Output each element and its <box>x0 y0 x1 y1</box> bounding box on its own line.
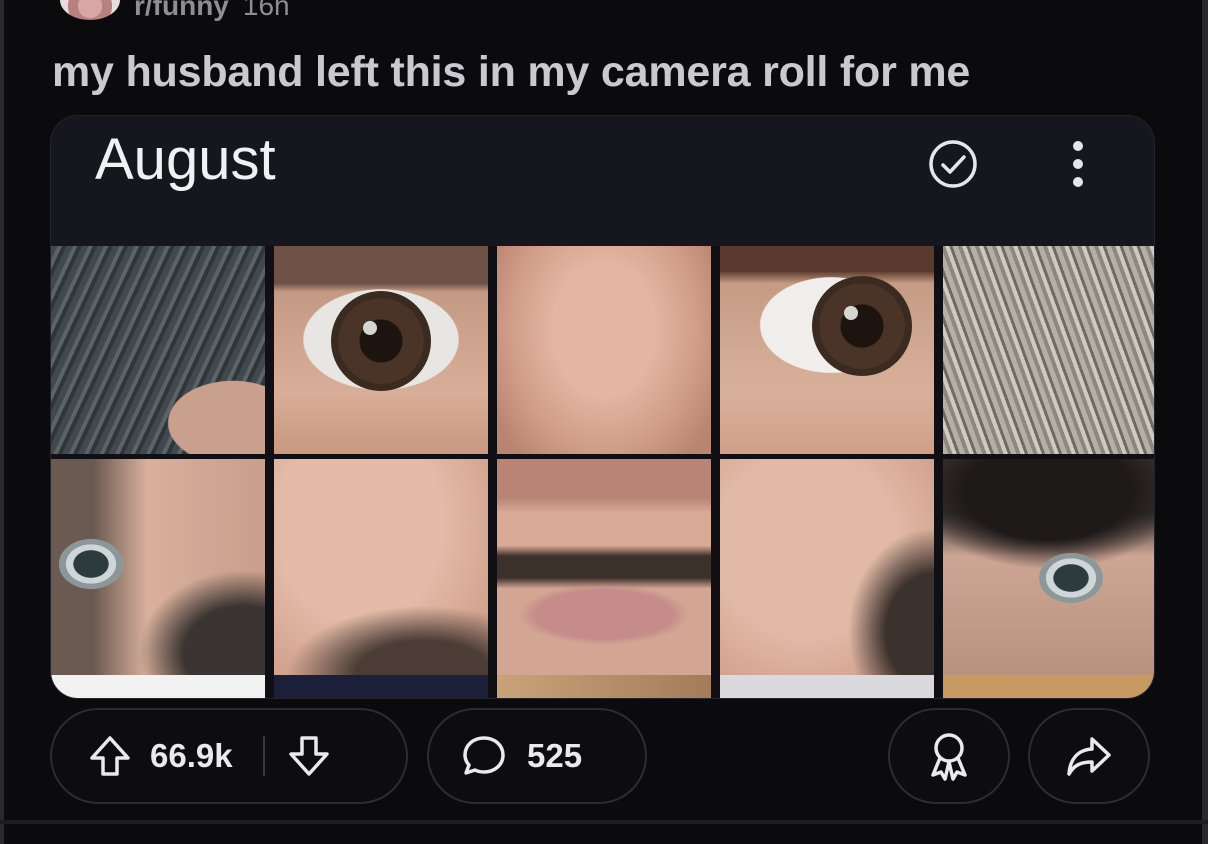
upvote-count: 66.9k <box>150 737 233 774</box>
photo-strip[interactable] <box>943 675 1154 698</box>
vote-control: 66.9k <box>50 708 408 804</box>
check-circle-icon[interactable] <box>927 138 979 190</box>
album-title: August <box>95 127 276 192</box>
post-header: r/funny 16h <box>60 0 290 22</box>
post-title[interactable]: my husband left this in my camera roll f… <box>52 48 970 97</box>
subreddit-name[interactable]: r/funny <box>134 0 229 22</box>
bottom-divider <box>0 820 1208 824</box>
upvote-arrow-icon[interactable] <box>86 732 134 780</box>
comments-button[interactable]: 525 <box>427 708 647 804</box>
post-image[interactable]: August <box>50 115 1155 699</box>
photo-strip[interactable] <box>51 675 265 698</box>
photo-thumbnail-jaw[interactable] <box>720 459 934 675</box>
photo-thumbnail-hair-gray[interactable] <box>943 246 1154 459</box>
photo-thumbnail-cheek[interactable] <box>274 459 488 675</box>
photo-grid <box>51 246 1154 698</box>
frame-left-edge <box>0 0 4 844</box>
iris <box>812 276 912 376</box>
kebab-menu-icon[interactable] <box>1057 136 1099 192</box>
share-arrow-icon <box>1067 737 1111 776</box>
post-time: 16h <box>242 0 290 21</box>
post-action-bar: 66.9k 525 <box>50 708 1153 808</box>
photo-strip[interactable] <box>274 675 488 698</box>
share-button[interactable] <box>1028 708 1150 804</box>
iris <box>331 291 431 391</box>
vote-divider <box>262 736 265 776</box>
award-button[interactable] <box>888 708 1010 804</box>
photo-thumbnail-ear-left[interactable] <box>51 459 265 675</box>
photo-thumbnail-eye-left[interactable] <box>274 246 488 459</box>
frame-right-edge <box>1202 0 1208 844</box>
comment-count: 525 <box>527 737 583 774</box>
ear-gauge <box>1039 553 1103 603</box>
speech-bubble-icon <box>463 736 505 775</box>
photo-strip[interactable] <box>720 675 934 698</box>
downvote-arrow-icon[interactable] <box>285 732 333 780</box>
subreddit-avatar[interactable] <box>60 0 120 20</box>
photo-thumbnail-eye-right[interactable] <box>720 246 934 459</box>
photo-strip[interactable] <box>497 675 711 698</box>
photo-thumbnail-ear-right[interactable] <box>943 459 1154 675</box>
photo-thumbnail-hair[interactable] <box>51 246 265 459</box>
photo-thumbnail-mouth[interactable] <box>497 459 711 675</box>
award-ribbon-icon <box>931 733 967 781</box>
photo-thumbnail-forehead[interactable] <box>497 246 711 459</box>
ear-gauge <box>59 539 123 589</box>
